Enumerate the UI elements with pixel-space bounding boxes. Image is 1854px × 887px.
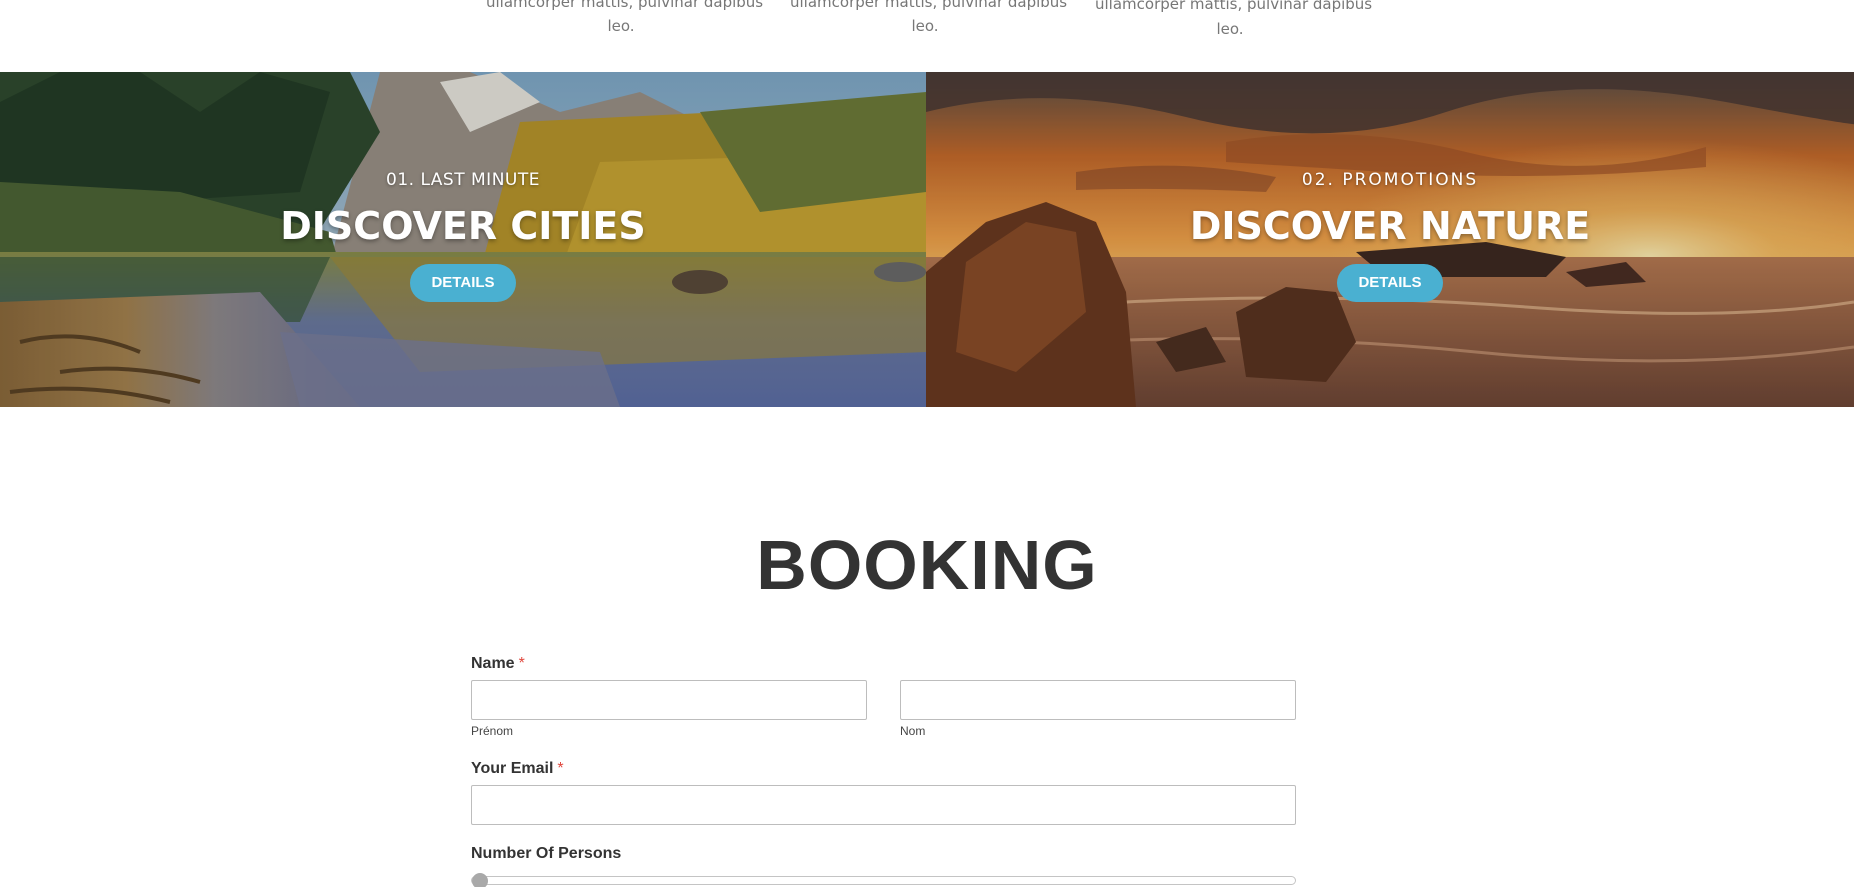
promo-banner-nature: 02. PROMOTIONS DISCOVER NATURE DETAILS xyxy=(926,72,1854,407)
email-input[interactable] xyxy=(471,785,1296,825)
booking-title: BOOKING xyxy=(756,526,1098,604)
promo-content-nature: 02. PROMOTIONS DISCOVER NATURE DETAILS xyxy=(926,168,1854,302)
last-name-sublabel: Nom xyxy=(900,724,926,738)
feature-text-line: leo. xyxy=(1216,20,1244,38)
promo-banner-cities: 01. LAST MINUTE DISCOVER CITIES DETAILS xyxy=(0,72,926,407)
feature-text-row: ullamcorper mattis, pulvinar dapibus leo… xyxy=(0,0,1854,72)
first-name-input[interactable] xyxy=(471,680,867,720)
email-label: Your Email * xyxy=(471,760,564,778)
feature-text-line: ullamcorper mattis, pulvinar dapibus xyxy=(1095,0,1373,13)
promo-headline: DISCOVER CITIES xyxy=(280,204,646,248)
required-mark: * xyxy=(518,655,525,672)
persons-label: Number Of Persons xyxy=(471,845,622,862)
email-label-text: Your Email xyxy=(471,760,554,777)
details-button-cities[interactable]: DETAILS xyxy=(410,264,516,302)
promo-content-cities: 01. LAST MINUTE DISCOVER CITIES DETAILS xyxy=(0,168,926,302)
promo-kicker: 01. LAST MINUTE xyxy=(386,170,540,190)
promo-kicker: 02. PROMOTIONS xyxy=(1301,170,1479,190)
details-button-nature[interactable]: DETAILS xyxy=(1337,264,1443,302)
feature-text-line: leo. xyxy=(607,17,635,35)
required-mark: * xyxy=(557,760,564,777)
name-label-text: Name xyxy=(471,655,515,672)
persons-slider-thumb[interactable] xyxy=(472,873,488,887)
name-label: Name * xyxy=(471,655,525,673)
persons-slider-track[interactable] xyxy=(471,876,1296,885)
promo-headline: DISCOVER NATURE xyxy=(1189,204,1591,248)
feature-text-line: leo. xyxy=(911,17,939,35)
last-name-input[interactable] xyxy=(900,680,1296,720)
first-name-sublabel: Prénom xyxy=(471,724,514,738)
